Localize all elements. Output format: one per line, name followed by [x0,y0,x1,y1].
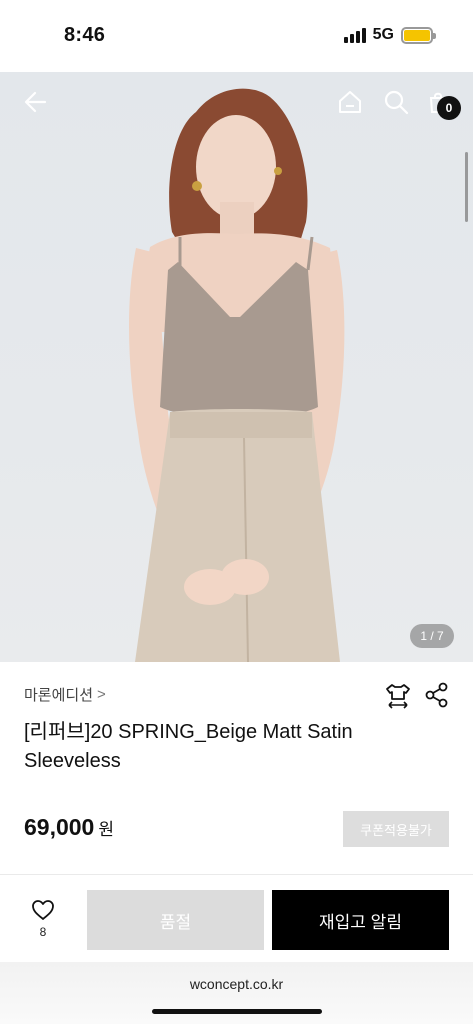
image-page-indicator: 1 / 7 [410,624,454,648]
browser-url-bar[interactable]: wconcept.co.kr [0,962,473,1024]
search-icon [384,90,409,115]
chevron-right-icon: > [97,686,106,703]
size-guide-icon [386,684,410,709]
price-amount: 69,000 [24,814,95,840]
price: 69,000 원 [24,814,114,841]
home-button[interactable] [334,86,366,118]
product-detail-screen: 8:46 5G 1 / 7 0 마론에디션 > [리퍼브]20 SPRING_B… [0,0,473,1024]
purchase-action-bar: 8 품절 재입고 알림 [0,874,473,962]
status-time: 8:46 [64,24,106,46]
coupon-button[interactable]: 쿠폰적용불가 [343,811,449,847]
restock-alert-button[interactable]: 재입고 알림 [272,890,449,950]
cellular-signal-icon [343,27,366,43]
like-button[interactable]: 8 [22,899,64,939]
arrow-left-icon [24,91,47,113]
url-text: wconcept.co.kr [189,976,284,992]
product-title: [리퍼브]20 SPRING_Beige Matt Satin Sleevele… [24,721,353,772]
cart-count-badge: 0 [437,96,461,120]
home-indicator[interactable] [152,1009,322,1014]
back-button[interactable] [20,86,52,118]
product-info: 마론에디션 > [리퍼브]20 SPRING_Beige Matt Satin … [0,662,473,874]
product-actions [385,682,449,715]
top-navigation: 0 [0,72,473,132]
price-unit: 원 [98,820,114,839]
brand-link[interactable]: 마론에디션 > [24,684,106,705]
search-button[interactable] [380,86,412,118]
scroll-indicator [465,152,468,222]
battery-icon [401,26,436,44]
share-icon [425,682,448,708]
like-count: 8 [39,925,47,939]
brand-name: 마론에디션 [24,687,94,704]
network-type: 5G [372,26,394,43]
product-image-carousel[interactable]: 1 / 7 [0,72,473,662]
home-icon [339,91,361,113]
size-guide-button[interactable] [385,682,411,715]
product-photo [129,88,345,662]
status-indicators: 5G [343,26,436,44]
share-button[interactable] [425,682,449,715]
heart-icon [32,900,54,920]
soldout-button[interactable]: 품절 [87,890,264,950]
status-bar: 8:46 5G [0,0,473,72]
